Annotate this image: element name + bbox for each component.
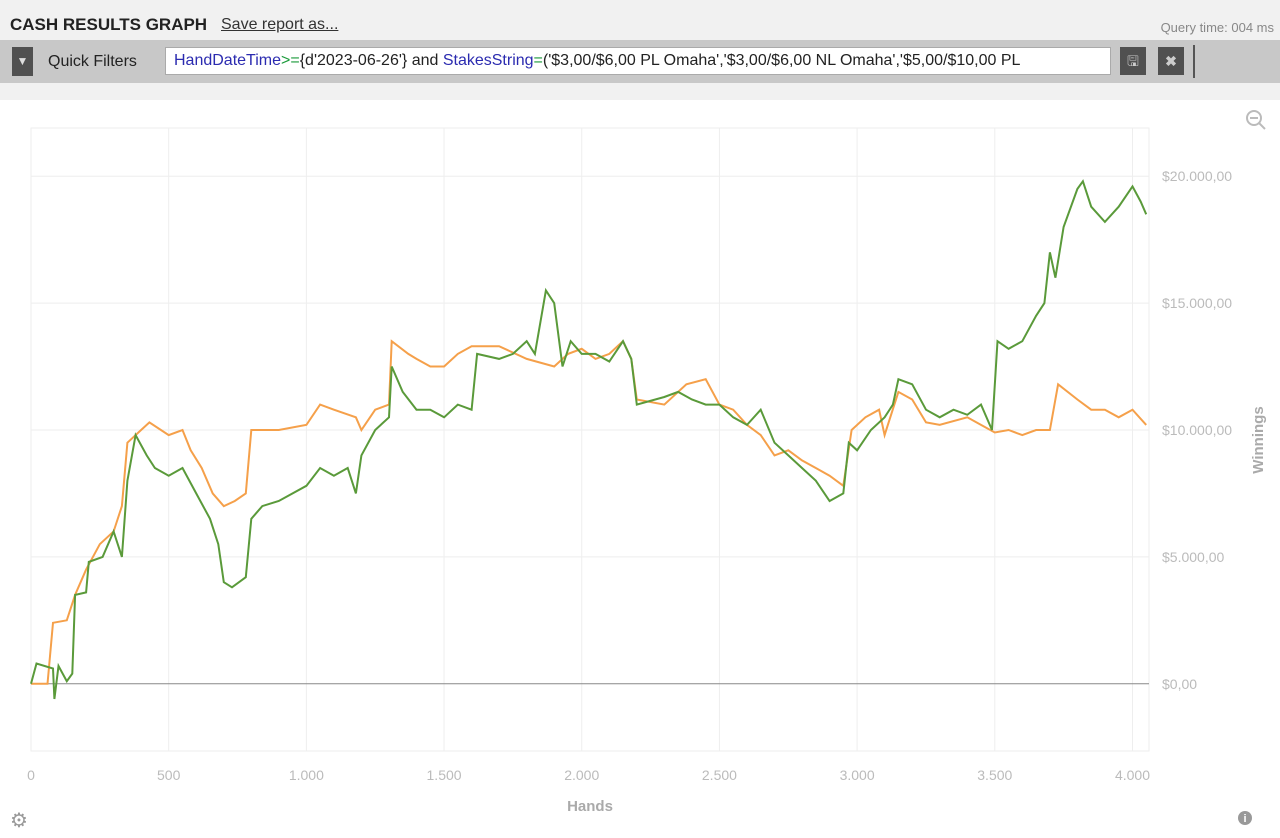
- filter-query-part: StakesString: [442, 52, 534, 69]
- filter-query-part: >=: [281, 52, 300, 69]
- x-tick-label: 4.000: [1115, 767, 1150, 783]
- results-chart: 0 500 1.000 1.500 2.000 2.500 3.000 3.500 4.000 …: [10, 110, 1267, 832]
- divider: [1193, 45, 1195, 78]
- info-icon[interactable]: i: [1238, 811, 1252, 825]
- clear-filter-icon[interactable]: ✖: [1158, 47, 1184, 75]
- x-tick-label: 0: [27, 767, 35, 783]
- y-tick-label: $0,00: [1162, 676, 1197, 692]
- x-tick-label: 2.500: [702, 767, 737, 783]
- plot-border: [30, 127, 1150, 752]
- filter-query-part: {d'2023-06-26'} and: [299, 52, 443, 69]
- x-tick-label: 1.500: [427, 767, 462, 783]
- winnings-orange-line: [31, 339, 1147, 685]
- y-tick-label: $15.000,00: [1162, 295, 1232, 311]
- y-tick-label: $20.000,00: [1162, 168, 1232, 184]
- x-tick-label: 3.500: [977, 767, 1012, 783]
- x-tick-label: 3.000: [840, 767, 875, 783]
- filter-icon[interactable]: ▼: [12, 47, 33, 76]
- query-time: Query time: 004 ms: [1160, 20, 1274, 35]
- y-axis-label: Winnings: [1250, 406, 1267, 473]
- filter-query-part: =: [533, 52, 543, 69]
- y-tick-label: $5.000,00: [1162, 549, 1224, 565]
- x-tick-label: 1.000: [289, 767, 324, 783]
- save-filter-icon[interactable]: 🖫: [1120, 47, 1146, 75]
- x-tick-label: 500: [157, 767, 181, 783]
- filter-query-part: HandDateTime: [174, 52, 282, 69]
- y-tick-label: $10.000,00: [1162, 422, 1232, 438]
- winnings-green-line: [30, 179, 1148, 700]
- x-tick-label: 2.000: [564, 767, 599, 783]
- filter-query-input[interactable]: HandDateTime>={d'2023-06-26'} and Stakes…: [165, 47, 1111, 75]
- x-axis-label: Hands: [567, 798, 613, 815]
- filter-query-part: ('$3,00/$6,00 PL Omaha','$3,00/$6,00 NL …: [542, 52, 1021, 69]
- quick-filters-label: Quick Filters: [48, 53, 137, 70]
- save-report-link[interactable]: Save report as...: [221, 16, 338, 34]
- svg-text:i: i: [1243, 813, 1246, 825]
- settings-gear-icon[interactable]: ⚙: [10, 810, 28, 832]
- page-title: CASH RESULTS GRAPH: [10, 15, 208, 34]
- zoom-out-icon[interactable]: [1246, 110, 1266, 130]
- filter-bar-spacer: [0, 83, 1280, 100]
